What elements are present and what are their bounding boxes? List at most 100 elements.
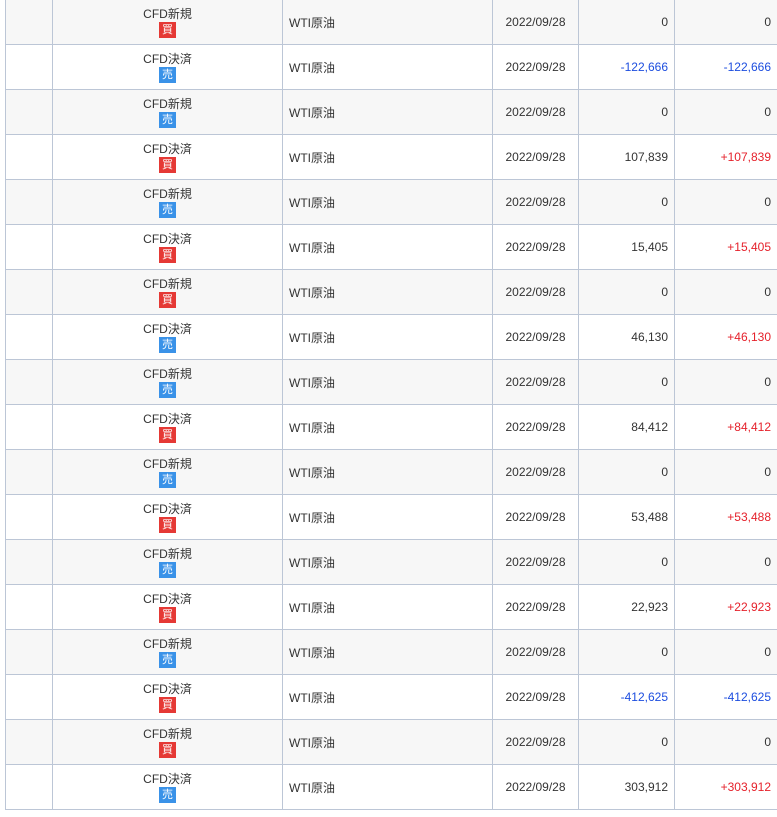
trade-type-label: CFD新規 (143, 276, 192, 291)
trade-amount: 107,839 (578, 134, 675, 180)
trade-date: 2022/09/28 (492, 134, 579, 180)
trade-type-cell: CFD決済 買 (52, 494, 283, 540)
instrument-name: WTI原油 (282, 494, 493, 540)
table-row: CFD決済 買 WTI原油 2022/09/28 -412,625 -412,6… (5, 674, 777, 720)
table-row: CFD決済 買 WTI原油 2022/09/28 22,923 +22,923 (5, 584, 777, 630)
trade-date: 2022/09/28 (492, 44, 579, 90)
trade-type-cell: CFD決済 買 (52, 134, 283, 180)
trade-side-badge: 買 (159, 21, 176, 38)
trade-type-label: CFD新規 (143, 636, 192, 651)
trade-type-cell: CFD決済 売 (52, 44, 283, 90)
row-select-cell (5, 134, 53, 180)
table-row: CFD決済 買 WTI原油 2022/09/28 107,839 +107,83… (5, 134, 777, 180)
table-row: CFD決済 売 WTI原油 2022/09/28 -122,666 -122,6… (5, 44, 777, 90)
instrument-name: WTI原油 (282, 314, 493, 360)
trade-side-badge: 売 (159, 651, 176, 668)
profit-loss: +303,912 (674, 764, 777, 810)
trade-side-badge: 買 (159, 606, 176, 623)
trade-type-label: CFD決済 (143, 681, 192, 696)
instrument-name: WTI原油 (282, 0, 493, 45)
trade-type-label: CFD新規 (143, 186, 192, 201)
trade-type-cell: CFD新規 売 (52, 179, 283, 225)
trade-type-label: CFD決済 (143, 771, 192, 786)
row-select-cell (5, 314, 53, 360)
instrument-name: WTI原油 (282, 359, 493, 405)
trade-type-label: CFD新規 (143, 726, 192, 741)
trade-date: 2022/09/28 (492, 539, 579, 585)
profit-loss: 0 (674, 89, 777, 135)
trade-side-badge: 売 (159, 111, 176, 128)
profit-loss: 0 (674, 359, 777, 405)
row-select-cell (5, 0, 53, 45)
row-select-cell (5, 764, 53, 810)
trade-type-cell: CFD新規 売 (52, 629, 283, 675)
trade-type-label: CFD新規 (143, 366, 192, 381)
row-select-cell (5, 719, 53, 765)
trade-side-badge: 売 (159, 561, 176, 578)
trade-side-badge: 売 (159, 381, 176, 398)
trade-type-label: CFD新規 (143, 6, 192, 21)
trade-date: 2022/09/28 (492, 0, 579, 45)
trade-amount: 22,923 (578, 584, 675, 630)
trade-date: 2022/09/28 (492, 584, 579, 630)
profit-loss: +53,488 (674, 494, 777, 540)
trade-type-cell: CFD新規 売 (52, 449, 283, 495)
trade-side-badge: 売 (159, 786, 176, 803)
trade-side-badge: 売 (159, 201, 176, 218)
table-row: CFD新規 売 WTI原油 2022/09/28 0 0 (5, 629, 777, 675)
instrument-name: WTI原油 (282, 179, 493, 225)
trade-date: 2022/09/28 (492, 764, 579, 810)
profit-loss: 0 (674, 179, 777, 225)
trade-type-label: CFD決済 (143, 141, 192, 156)
profit-loss: +46,130 (674, 314, 777, 360)
trade-type-cell: CFD新規 売 (52, 359, 283, 405)
instrument-name: WTI原油 (282, 44, 493, 90)
profit-loss: 0 (674, 269, 777, 315)
trade-amount: 0 (578, 89, 675, 135)
profit-loss: +107,839 (674, 134, 777, 180)
trade-amount: 84,412 (578, 404, 675, 450)
trade-amount: 0 (578, 359, 675, 405)
trade-type-cell: CFD新規 買 (52, 0, 283, 45)
trade-side-badge: 売 (159, 471, 176, 488)
trade-date: 2022/09/28 (492, 359, 579, 405)
trade-date: 2022/09/28 (492, 179, 579, 225)
table-row: CFD新規 買 WTI原油 2022/09/28 0 0 (5, 0, 777, 45)
table-row: CFD新規 売 WTI原油 2022/09/28 0 0 (5, 449, 777, 495)
row-select-cell (5, 44, 53, 90)
trade-side-badge: 買 (159, 696, 176, 713)
table-row: CFD新規 売 WTI原油 2022/09/28 0 0 (5, 179, 777, 225)
trade-amount: -122,666 (578, 44, 675, 90)
table-row: CFD決済 買 WTI原油 2022/09/28 84,412 +84,412 (5, 404, 777, 450)
trade-side-badge: 売 (159, 336, 176, 353)
trade-type-cell: CFD決済 買 (52, 674, 283, 720)
trade-history-body: CFD新規 買 WTI原油 2022/09/28 0 0 CFD決済 売 WTI… (5, 0, 777, 810)
trade-amount: 15,405 (578, 224, 675, 270)
row-select-cell (5, 89, 53, 135)
table-row: CFD新規 売 WTI原油 2022/09/28 0 0 (5, 539, 777, 585)
row-select-cell (5, 179, 53, 225)
trade-amount: 0 (578, 449, 675, 495)
trade-side-badge: 買 (159, 516, 176, 533)
trade-date: 2022/09/28 (492, 494, 579, 540)
instrument-name: WTI原油 (282, 539, 493, 585)
trade-type-cell: CFD新規 売 (52, 89, 283, 135)
trade-side-badge: 売 (159, 66, 176, 83)
trade-type-label: CFD決済 (143, 231, 192, 246)
profit-loss: 0 (674, 629, 777, 675)
profit-loss: 0 (674, 0, 777, 45)
trade-amount: 0 (578, 0, 675, 45)
instrument-name: WTI原油 (282, 449, 493, 495)
trade-type-cell: CFD新規 売 (52, 539, 283, 585)
table-row: CFD新規 売 WTI原油 2022/09/28 0 0 (5, 359, 777, 405)
trade-amount: 53,488 (578, 494, 675, 540)
trade-type-label: CFD決済 (143, 321, 192, 336)
instrument-name: WTI原油 (282, 584, 493, 630)
instrument-name: WTI原油 (282, 674, 493, 720)
trade-side-badge: 買 (159, 246, 176, 263)
trade-date: 2022/09/28 (492, 629, 579, 675)
table-row: CFD新規 買 WTI原油 2022/09/28 0 0 (5, 269, 777, 315)
row-select-cell (5, 404, 53, 450)
trade-side-badge: 買 (159, 426, 176, 443)
table-row: CFD決済 買 WTI原油 2022/09/28 53,488 +53,488 (5, 494, 777, 540)
